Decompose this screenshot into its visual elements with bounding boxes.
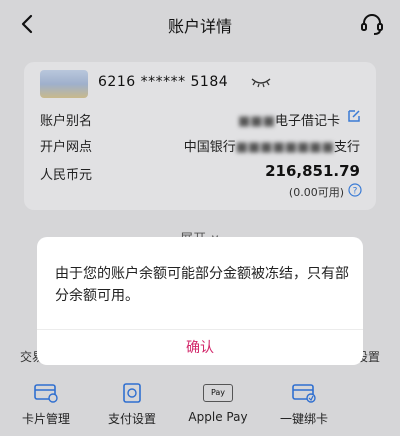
page-title: 账户详情: [167, 17, 232, 36]
apple-pay-label: Apple Pay: [188, 410, 248, 424]
account-card: 6216 ****** 5184 账户别名 ■■■电子借记卡 开户网点 中国银行…: [24, 62, 376, 210]
currency-label: 人民币元: [40, 168, 93, 183]
edit-icon[interactable]: [346, 108, 362, 124]
payment-settings-label: 支付设置: [107, 412, 156, 426]
eye-closed-icon[interactable]: [250, 74, 272, 90]
dialog-divider: [37, 329, 363, 330]
bind-card-icon: [292, 384, 316, 403]
card-manage-icon: [34, 384, 58, 403]
card-number: 6216 ****** 5184: [98, 74, 229, 90]
branch-value-start: 中国银行: [183, 140, 236, 155]
card-management-button[interactable]: 卡片管理: [6, 378, 86, 436]
help-icon[interactable]: ?: [348, 183, 362, 197]
confirm-button[interactable]: 确认: [37, 337, 363, 357]
bottom-shortcuts: 卡片管理 支付设置 Pay Apple Pay 一键绑卡: [0, 378, 400, 436]
bank-card-icon: [40, 70, 88, 98]
one-click-bind-label: 一键绑卡: [279, 412, 328, 426]
apple-pay-icon: Pay: [203, 384, 233, 402]
dialog-message: 由于您的账户余额可能部分金额被冻结，只有部分余额可用。: [55, 266, 349, 304]
card-management-label: 卡片管理: [21, 412, 70, 426]
alias-label: 账户别名: [40, 114, 93, 129]
payment-settings-icon: [123, 383, 141, 403]
header-bar: 账户详情: [0, 0, 400, 48]
available-amount: (0.00可用): [288, 186, 344, 199]
alias-value-hidden: ■■■: [238, 114, 275, 129]
svg-text:?: ?: [353, 187, 358, 197]
apple-pay-button[interactable]: Pay Apple Pay: [178, 378, 258, 436]
payment-settings-button[interactable]: 支付设置: [92, 378, 172, 436]
one-click-bind-button[interactable]: 一键绑卡: [264, 378, 344, 436]
alias-value: ■■■电子借记卡: [238, 110, 340, 129]
headset-icon[interactable]: [358, 10, 386, 38]
branch-value-end: 支行: [333, 140, 360, 155]
branch-value: 中国银行■■■■■■■■支行: [184, 136, 360, 155]
frozen-balance-dialog: 由于您的账户余额可能部分金额被冻结，只有部分余额可用。 确认: [37, 237, 363, 365]
branch-value-hidden: ■■■■■■■■: [235, 140, 334, 155]
branch-label: 开户网点: [40, 140, 93, 155]
balance-amount: 216,851.79: [265, 162, 360, 180]
alias-value-visible: 电子借记卡: [274, 114, 340, 129]
